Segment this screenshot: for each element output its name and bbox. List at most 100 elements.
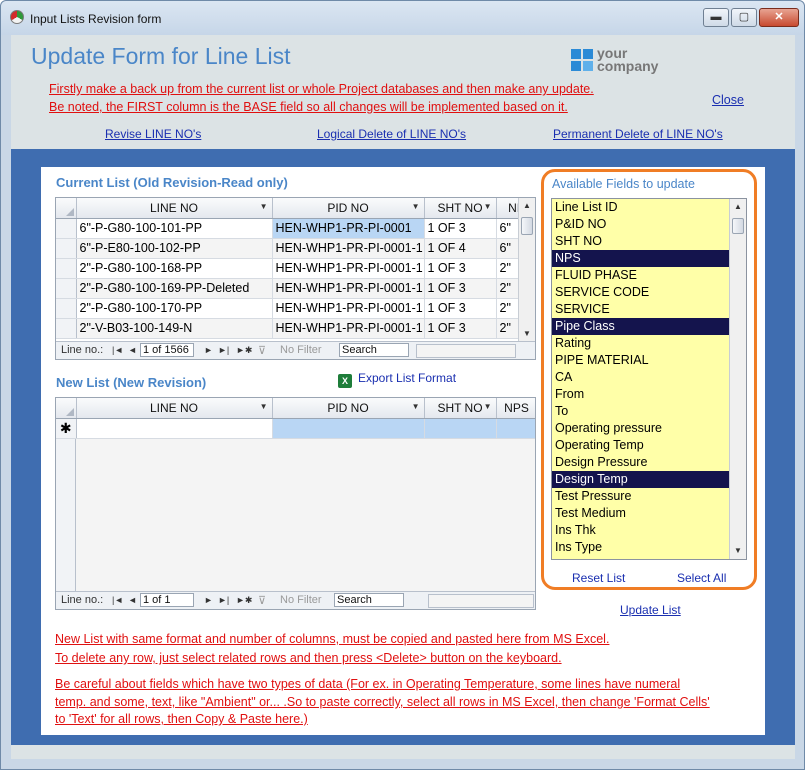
column-header-pid-no[interactable]: PID NO ▼	[272, 198, 425, 219]
dropdown-arrow-icon[interactable]: ▼	[412, 202, 420, 211]
field-list-item[interactable]: Pipe Class	[552, 318, 729, 335]
revise-line-no-link[interactable]: Revise LINE NO's	[105, 127, 201, 141]
select-all-button[interactable]: Select All	[677, 571, 726, 585]
record-number-field[interactable]: 1 of 1566	[140, 343, 194, 357]
field-list-item[interactable]: P&ID NO	[552, 216, 729, 233]
search-input[interactable]: Search	[334, 593, 404, 607]
maximize-button[interactable]: ▢	[731, 8, 757, 27]
previous-record-button[interactable]: ◄	[128, 595, 137, 605]
field-list-item[interactable]: Line List ID	[552, 199, 729, 216]
column-header-line-no[interactable]: LINE NO ▼	[76, 198, 273, 219]
field-list-item[interactable]: Rating	[552, 335, 729, 352]
new-record-row[interactable]: ✱	[56, 418, 535, 439]
cell-nps[interactable]	[496, 418, 535, 439]
next-record-button[interactable]: ►	[204, 345, 213, 355]
field-list-item[interactable]: Design Temp	[552, 471, 729, 488]
field-list-item[interactable]: Test Pressure	[552, 488, 729, 505]
cell-line-no[interactable]: 6"-P-G80-100-101-PP	[76, 218, 273, 239]
last-record-button[interactable]: ►|	[218, 595, 229, 605]
new-list-grid[interactable]: LINE NO ▼ PID NO ▼ SHT NO ▼ NPS ✱ Line no.:	[55, 397, 536, 610]
scroll-up-arrow-icon[interactable]: ▲	[732, 200, 744, 214]
export-list-format-link[interactable]: X Export List Format	[338, 371, 456, 388]
cell-line-no[interactable]	[76, 418, 273, 439]
no-filter-button[interactable]: No Filter	[280, 594, 322, 606]
field-list-item[interactable]: PID DWG N	[552, 556, 729, 559]
row-selector[interactable]	[56, 218, 77, 239]
close-window-button[interactable]: ✕	[759, 8, 799, 27]
field-list-item[interactable]: Ins Type	[552, 539, 729, 556]
row-selector[interactable]	[56, 238, 77, 259]
field-list-item[interactable]: Operating pressure	[552, 420, 729, 437]
scroll-down-arrow-icon[interactable]: ▼	[521, 327, 533, 341]
field-list-item[interactable]: To	[552, 403, 729, 420]
row-selector[interactable]	[56, 318, 77, 339]
cell-line-no[interactable]: 2"-P-G80-100-169-PP-Deleted	[76, 278, 273, 299]
field-list-item[interactable]: SERVICE CODE	[552, 284, 729, 301]
filter-icon[interactable]: ⊽	[258, 594, 266, 607]
table-row[interactable]: 6"-P-G80-100-101-PP HEN-WHP1-PR-PI-0001 …	[56, 218, 535, 239]
cell-sht-no[interactable]: 1 OF 3	[424, 218, 497, 239]
cell-pid-no[interactable]: HEN-WHP1-PR-PI-0001-1	[272, 258, 425, 279]
previous-record-button[interactable]: ◄	[128, 345, 137, 355]
cell-sht-no[interactable]: 1 OF 3	[424, 278, 497, 299]
record-number-field[interactable]: 1 of 1	[140, 593, 194, 607]
dropdown-arrow-icon[interactable]: ▼	[260, 202, 268, 211]
permanent-delete-link[interactable]: Permanent Delete of LINE NO's	[553, 127, 723, 141]
row-selector[interactable]	[56, 278, 77, 299]
field-list-item[interactable]: Operating Temp	[552, 437, 729, 454]
first-record-button[interactable]: |◄	[112, 345, 123, 355]
cell-pid-no[interactable]	[272, 418, 425, 439]
column-header-nps[interactable]: NPS	[496, 398, 535, 419]
new-record-button[interactable]: ►✱	[236, 345, 252, 356]
reset-list-button[interactable]: Reset List	[572, 571, 625, 585]
cell-line-no[interactable]: 2"-P-G80-100-168-PP	[76, 258, 273, 279]
table-row[interactable]: 6"-P-E80-100-102-PP HEN-WHP1-PR-PI-0001-…	[56, 238, 535, 259]
cell-sht-no[interactable]: 1 OF 4	[424, 238, 497, 259]
search-input[interactable]: Search	[339, 343, 409, 357]
field-list-item[interactable]: CA	[552, 369, 729, 386]
table-row[interactable]: 2"-P-G80-100-169-PP-Deleted HEN-WHP1-PR-…	[56, 278, 535, 299]
field-list-item[interactable]: SHT NO	[552, 233, 729, 250]
next-record-button[interactable]: ►	[204, 595, 213, 605]
select-all-cell[interactable]	[56, 198, 77, 219]
last-record-button[interactable]: ►|	[218, 345, 229, 355]
scroll-up-arrow-icon[interactable]: ▲	[521, 199, 533, 213]
field-list-item[interactable]: FLUID PHASE	[552, 267, 729, 284]
field-list-item[interactable]: NPS	[552, 250, 729, 267]
column-header-sht-no[interactable]: SHT NO ▼	[424, 398, 497, 419]
new-record-button[interactable]: ►✱	[236, 595, 252, 606]
cell-sht-no[interactable]: 1 OF 3	[424, 298, 497, 319]
column-header-pid-no[interactable]: PID NO ▼	[272, 398, 425, 419]
table-row[interactable]: 2"-P-G80-100-170-PP HEN-WHP1-PR-PI-0001-…	[56, 298, 535, 319]
available-fields-list[interactable]: Line List ID P&ID NO SHT NO NPS FLUID PHASE S…	[551, 198, 747, 560]
table-row[interactable]: 2"-P-G80-100-168-PP HEN-WHP1-PR-PI-0001-…	[56, 258, 535, 279]
horizontal-scrollbar[interactable]	[428, 594, 534, 608]
cell-pid-no[interactable]: HEN-WHP1-PR-PI-0001	[272, 218, 425, 239]
scroll-down-arrow-icon[interactable]: ▼	[732, 544, 744, 558]
cell-pid-no[interactable]: HEN-WHP1-PR-PI-0001-1	[272, 278, 425, 299]
dropdown-arrow-icon[interactable]: ▼	[412, 402, 420, 411]
field-list-item[interactable]: Design Pressure	[552, 454, 729, 471]
scroll-thumb[interactable]	[732, 218, 744, 234]
row-selector[interactable]	[56, 298, 77, 319]
field-list-item[interactable]: PIPE MATERIAL	[552, 352, 729, 369]
fields-vertical-scrollbar[interactable]: ▲ ▼	[729, 199, 746, 559]
update-list-button[interactable]: Update List	[620, 603, 681, 617]
cell-pid-no[interactable]: HEN-WHP1-PR-PI-0001-1	[272, 318, 425, 339]
cell-pid-no[interactable]: HEN-WHP1-PR-PI-0001-1	[272, 298, 425, 319]
cell-line-no[interactable]: 2"-V-B03-100-149-N	[76, 318, 273, 339]
current-list-grid[interactable]: LINE NO ▼ PID NO ▼ SHT NO ▼ NP 6"-P-G80-100…	[55, 197, 536, 360]
dropdown-arrow-icon[interactable]: ▼	[484, 202, 492, 211]
filter-icon[interactable]: ⊽	[258, 344, 266, 357]
first-record-button[interactable]: |◄	[112, 595, 123, 605]
cell-pid-no[interactable]: HEN-WHP1-PR-PI-0001-1	[272, 238, 425, 259]
scroll-thumb[interactable]	[521, 217, 533, 235]
select-all-cell[interactable]	[56, 398, 77, 419]
field-list-item[interactable]: From	[552, 386, 729, 403]
cell-sht-no[interactable]: 1 OF 3	[424, 318, 497, 339]
minimize-button[interactable]: ▬	[703, 8, 729, 27]
cell-sht-no[interactable]: 1 OF 3	[424, 258, 497, 279]
field-list-item[interactable]: SERVICE	[552, 301, 729, 318]
field-list-item[interactable]: Test Medium	[552, 505, 729, 522]
field-list-item[interactable]: Ins Thk	[552, 522, 729, 539]
